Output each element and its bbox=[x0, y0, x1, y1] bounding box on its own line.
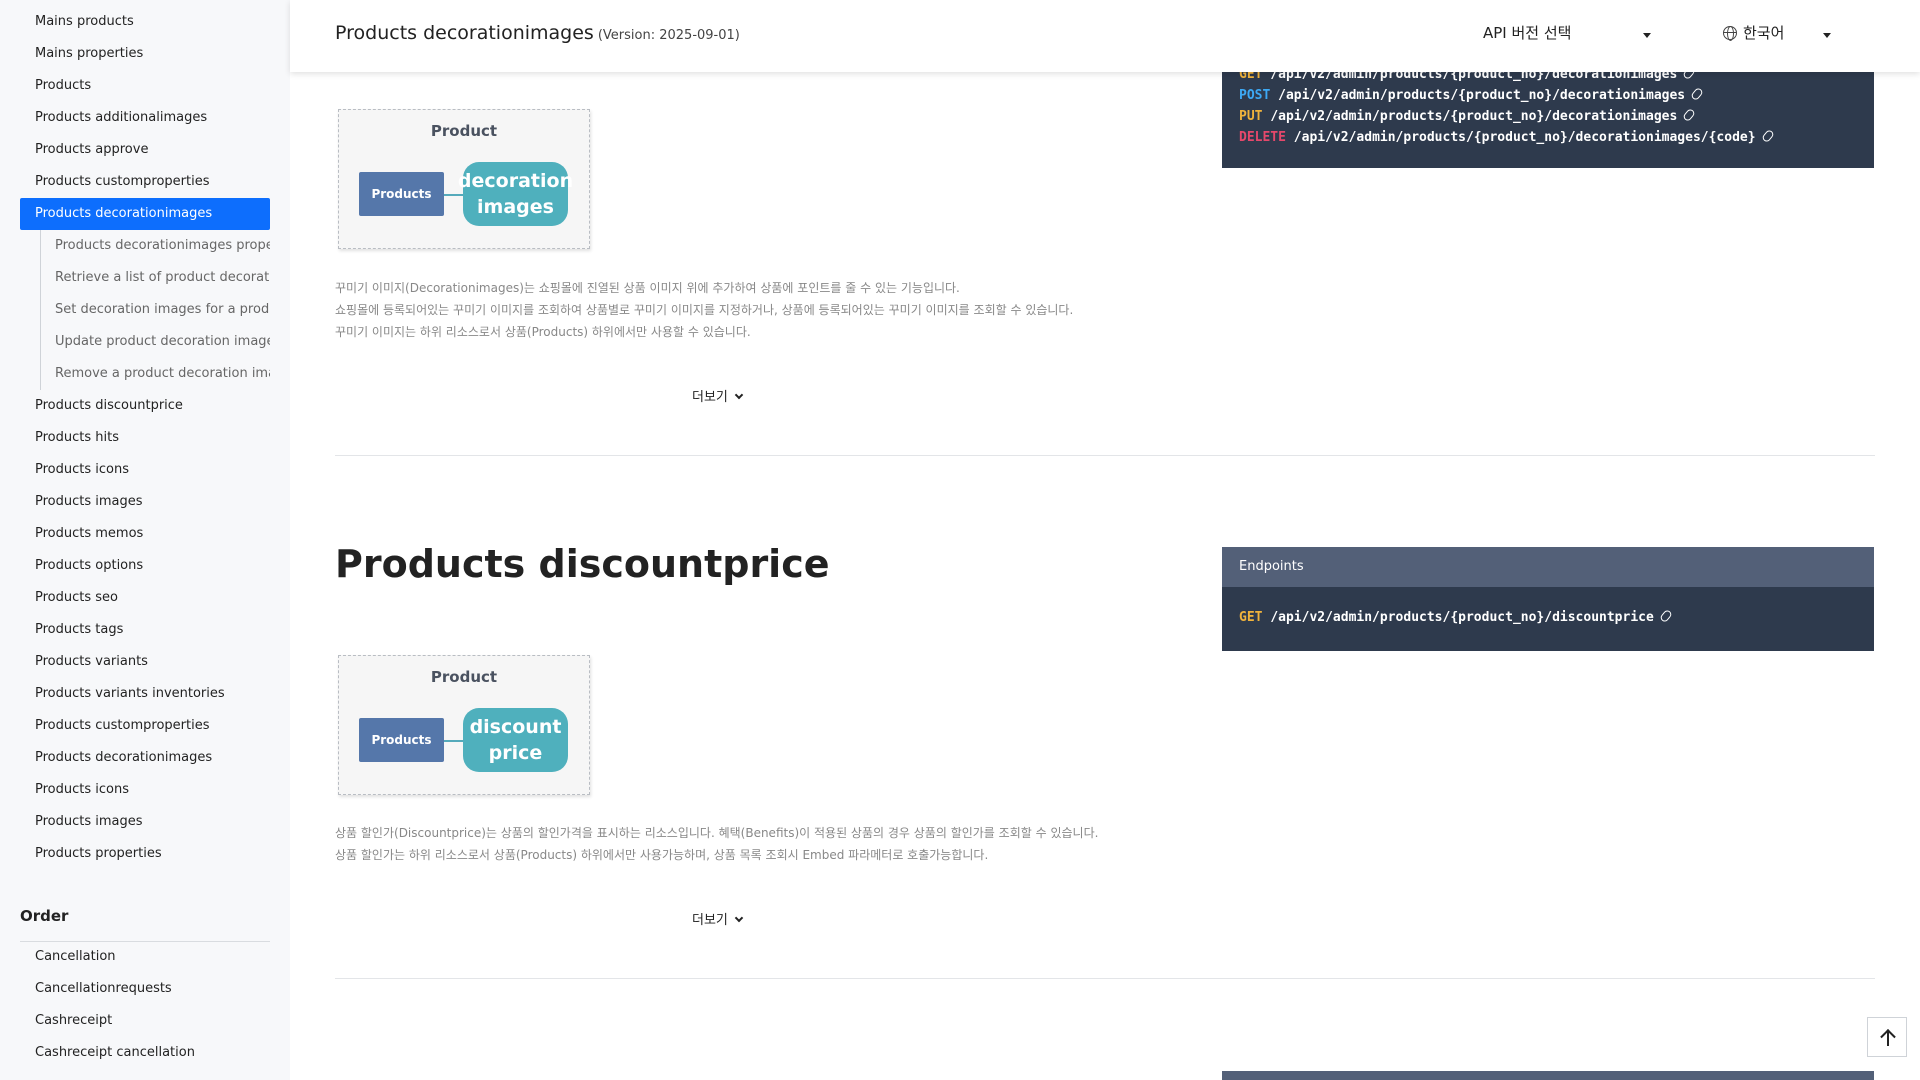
sidebar-item-products-images[interactable]: Products images bbox=[20, 486, 270, 518]
sidebar-item-products-properties[interactable]: Products properties bbox=[20, 838, 270, 870]
endpoint-path: /api/v2/admin/products/{product_no}/deco… bbox=[1293, 130, 1756, 145]
sidebar: Mains products Mains properties Products… bbox=[0, 0, 290, 1080]
sidebar-item-products-variants[interactable]: Products variants bbox=[20, 646, 270, 678]
endpoint-line[interactable]: DELETE /api/v2/admin/products/{product_n… bbox=[1222, 127, 1874, 148]
diagram-parent-node: Products bbox=[359, 718, 444, 762]
api-version-select[interactable]: API 버전 선택 bbox=[1483, 22, 1658, 43]
section-divider bbox=[335, 455, 1875, 456]
link-icon[interactable] bbox=[1682, 107, 1697, 123]
endpoint-line[interactable]: POST /api/v2/admin/products/{product_no}… bbox=[1222, 85, 1874, 106]
sidebar-subitems: Products decorationimages property Retri… bbox=[40, 230, 270, 390]
endpoints-box-decorationimages: GET /api/v2/admin/products/{product_no}/… bbox=[1222, 60, 1874, 168]
description-line: 상품 할인가(Discountprice)는 상품의 할인가격을 표시하는 리소… bbox=[335, 826, 1099, 840]
section-description: 상품 할인가(Discountprice)는 상품의 할인가격을 표시하는 리소… bbox=[335, 822, 1195, 866]
section-description: 꾸미기 이미지(Decorationimages)는 쇼핑몰에 진열된 상품 이… bbox=[335, 277, 1195, 343]
sidebar-item-mains-properties[interactable]: Mains properties bbox=[20, 38, 270, 70]
language-select[interactable]: 한국어 bbox=[1723, 22, 1838, 43]
section-divider bbox=[335, 978, 1875, 979]
sidebar-subitem-retrieve-list[interactable]: Retrieve a list of product decoration bbox=[41, 262, 270, 294]
scroll-top-button[interactable] bbox=[1867, 1017, 1907, 1057]
globe-icon bbox=[1723, 26, 1737, 41]
sidebar-item-products-customproperties[interactable]: Products customproperties bbox=[20, 166, 270, 198]
sidebar-section-order: Order bbox=[20, 902, 270, 942]
arrow-up-icon bbox=[1887, 1030, 1889, 1046]
sidebar-subitem-set[interactable]: Set decoration images for a product bbox=[41, 294, 270, 326]
endpoints-box-next bbox=[1222, 1071, 1874, 1080]
page-title-text: Products decorationimages bbox=[335, 22, 594, 44]
version-label: (Version: 2025-09-01) bbox=[597, 28, 740, 43]
sidebar-item-products-seo[interactable]: Products seo bbox=[20, 582, 270, 614]
description-line: 쇼핑몰에 등록되어있는 꾸미기 이미지를 조회하여 상품별로 꾸미기 이미지를 … bbox=[335, 303, 1074, 317]
diagram-title: Product bbox=[430, 122, 498, 140]
sidebar-item-cancellation[interactable]: Cancellation bbox=[20, 941, 270, 973]
diagram-child-node: discount price bbox=[463, 708, 568, 772]
sidebar-list: Mains products Mains properties Products… bbox=[20, 6, 270, 870]
method-get: GET bbox=[1239, 610, 1263, 625]
endpoint-line[interactable]: PUT /api/v2/admin/products/{product_no}/… bbox=[1222, 106, 1874, 127]
endpoint-line[interactable]: GET /api/v2/admin/products/{product_no}/… bbox=[1222, 607, 1874, 628]
caret-down-icon bbox=[1823, 33, 1831, 38]
resource-diagram-decorationimages: Product Products decoration images bbox=[338, 109, 590, 249]
method-post: POST bbox=[1239, 88, 1271, 103]
sidebar-item-products[interactable]: Products bbox=[20, 70, 270, 102]
page-title: Products decorationimages (Version: 2025-… bbox=[335, 22, 740, 44]
sidebar-subitem-remove[interactable]: Remove a product decoration image bbox=[41, 358, 270, 390]
sidebar-item-products-variants-inventories[interactable]: Products variants inventories bbox=[20, 678, 270, 710]
sidebar-item-products-decorationimages-2[interactable]: Products decorationimages bbox=[20, 742, 270, 774]
sidebar-subitem-property[interactable]: Products decorationimages property bbox=[41, 230, 270, 262]
endpoints-header: Endpoints bbox=[1222, 547, 1874, 587]
sidebar-item-products-additionalimages[interactable]: Products additionalimages bbox=[20, 102, 270, 134]
sidebar-item-products-options[interactable]: Products options bbox=[20, 550, 270, 582]
description-line: 꾸미기 이미지(Decorationimages)는 쇼핑몰에 진열된 상품 이… bbox=[335, 281, 960, 295]
method-delete: DELETE bbox=[1239, 130, 1286, 145]
sidebar-item-mains-products[interactable]: Mains products bbox=[20, 6, 270, 38]
sidebar-item-products-memos[interactable]: Products memos bbox=[20, 518, 270, 550]
section-title: Products discountprice bbox=[335, 542, 830, 586]
sidebar-subitem-update[interactable]: Update product decoration images bbox=[41, 326, 270, 358]
sidebar-order-list: Cancellation Cancellationrequests Cashre… bbox=[20, 941, 270, 1069]
sidebar-item-products-icons[interactable]: Products icons bbox=[20, 454, 270, 486]
caret-down-icon bbox=[1643, 33, 1651, 38]
description-line: 꾸미기 이미지는 하위 리소스로서 상품(Products) 하위에서만 사용할… bbox=[335, 325, 751, 339]
sidebar-item-products-approve[interactable]: Products approve bbox=[20, 134, 270, 166]
sidebar-item-cashreceipt-cancellation[interactable]: Cashreceipt cancellation bbox=[20, 1037, 270, 1069]
more-button[interactable]: 더보기 bbox=[692, 909, 744, 928]
sidebar-item-products-icons-2[interactable]: Products icons bbox=[20, 774, 270, 806]
sidebar-item-products-tags[interactable]: Products tags bbox=[20, 614, 270, 646]
chevron-down-icon bbox=[734, 913, 744, 923]
sidebar-item-products-decorationimages-active[interactable]: Products decorationimages bbox=[20, 198, 270, 230]
description-line: 상품 할인가는 하위 리소스로서 상품(Products) 하위에서만 사용가능… bbox=[335, 848, 989, 862]
top-header: Products decorationimages (Version: 2025-… bbox=[290, 0, 1920, 72]
endpoint-path: /api/v2/admin/products/{product_no}/deco… bbox=[1278, 88, 1686, 103]
endpoints-box-discountprice: Endpoints GET /api/v2/admin/products/{pr… bbox=[1222, 547, 1874, 651]
endpoint-path: /api/v2/admin/products/{product_no}/deco… bbox=[1270, 109, 1678, 124]
sidebar-item-products-hits[interactable]: Products hits bbox=[20, 422, 270, 454]
link-icon[interactable] bbox=[1760, 128, 1775, 144]
sidebar-item-cancellationrequests[interactable]: Cancellationrequests bbox=[20, 973, 270, 1005]
diagram-title: Product bbox=[430, 668, 498, 686]
sidebar-item-products-discountprice[interactable]: Products discountprice bbox=[20, 390, 270, 422]
resource-diagram-discountprice: Product Products discount price bbox=[338, 655, 590, 795]
more-label: 더보기 bbox=[692, 390, 728, 405]
api-version-label: API 버전 선택 bbox=[1483, 24, 1572, 42]
more-button[interactable]: 더보기 bbox=[692, 386, 744, 405]
diagram-parent-node: Products bbox=[359, 172, 444, 216]
sidebar-item-products-images-2[interactable]: Products images bbox=[20, 806, 270, 838]
link-icon[interactable] bbox=[1690, 86, 1705, 102]
sidebar-item-products-customproperties-2[interactable]: Products customproperties bbox=[20, 710, 270, 742]
main-content: GET /api/v2/admin/products/{product_no}/… bbox=[290, 0, 1920, 1080]
more-label: 더보기 bbox=[692, 913, 728, 928]
endpoint-path: /api/v2/admin/products/{product_no}/disc… bbox=[1270, 610, 1654, 625]
method-put: PUT bbox=[1239, 109, 1263, 124]
sidebar-item-cashreceipt[interactable]: Cashreceipt bbox=[20, 1005, 270, 1037]
language-label: 한국어 bbox=[1743, 24, 1785, 42]
diagram-child-node: decoration images bbox=[458, 162, 573, 226]
diagram-connector bbox=[444, 740, 464, 742]
link-icon[interactable] bbox=[1658, 608, 1673, 624]
chevron-down-icon bbox=[734, 390, 744, 400]
